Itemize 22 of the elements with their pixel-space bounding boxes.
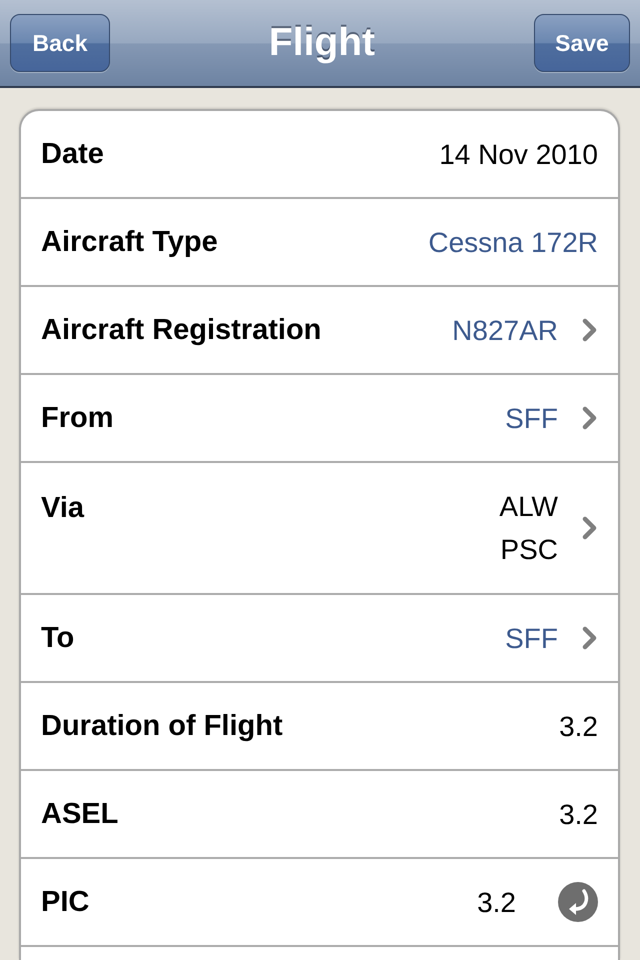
- field-value: SFF: [505, 402, 558, 436]
- field-value: PSC: [500, 533, 558, 567]
- field-label: Date: [41, 136, 104, 172]
- field-label: From: [41, 400, 114, 436]
- nav-title: Flight: [268, 20, 376, 66]
- field-label: Via: [41, 491, 84, 526]
- field-value: 3.2: [559, 798, 598, 832]
- field-value: 3.2: [477, 886, 516, 920]
- back-button[interactable]: Back: [10, 14, 110, 72]
- field-label: Aircraft Type: [41, 224, 218, 260]
- field-value: 14 Nov 2010: [439, 138, 598, 172]
- field-label: To: [41, 620, 74, 656]
- field-value: SFF: [505, 622, 558, 656]
- field-label: Duration of Flight: [41, 708, 283, 744]
- field-value: Cessna 172R: [428, 226, 598, 260]
- field-value: N827AR: [452, 314, 558, 348]
- field-value: ALW: [499, 490, 558, 524]
- save-button[interactable]: Save: [534, 14, 630, 72]
- field-label: PIC: [41, 884, 90, 920]
- field-label: Aircraft Registration: [41, 312, 322, 348]
- field-label: ASEL: [41, 796, 118, 832]
- field-value: 3.2: [559, 710, 598, 744]
